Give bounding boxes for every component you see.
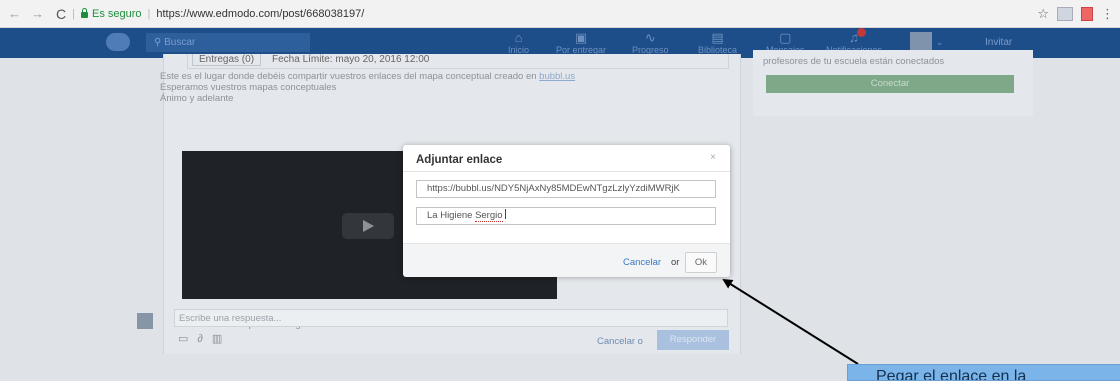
search-icon: ⚲ (154, 37, 165, 48)
search-placeholder: Buscar (164, 37, 196, 48)
play-icon[interactable] (342, 213, 394, 239)
cancel-link[interactable]: Cancelar (623, 257, 661, 268)
or-text: or (671, 257, 680, 268)
file-icon[interactable]: ▭ (178, 333, 197, 345)
assignment-info: Entregas (0) Fecha Límite: mayo 20, 2016… (187, 54, 729, 69)
instruction-callout: Pegar el enlace en la (847, 364, 1120, 381)
reply-input[interactable]: Escribe una respuesta... (174, 309, 728, 327)
close-icon[interactable]: × (710, 152, 716, 163)
library-icon: ▤ (711, 30, 724, 45)
menu-dots-icon[interactable]: ⋮ (1101, 6, 1114, 22)
pulse-icon: ∿ (644, 30, 656, 45)
extension-icon[interactable] (1057, 6, 1073, 21)
due-date: Fecha Límite: mayo 20, 2016 12:00 (272, 54, 430, 65)
chat-icon: ▢ (779, 30, 792, 45)
reply-cancel-link[interactable]: Cancelar o (597, 336, 643, 347)
bell-icon: ♫ (849, 30, 859, 45)
back-arrow-icon[interactable]: ← (8, 6, 21, 21)
attachment-icons: ▭∂▥ (178, 332, 231, 345)
secure-label: Es seguro (91, 7, 142, 20)
link-icon[interactable]: ∂ (197, 333, 211, 345)
text-caret (504, 209, 506, 219)
edmodo-logo-icon[interactable] (106, 33, 130, 51)
post-line: Este es el lugar donde debéis compartir … (160, 71, 724, 82)
bubbl-link[interactable]: bubbl.us (539, 71, 575, 82)
divider (403, 171, 730, 172)
title-field-word: Sergio (475, 210, 503, 222)
title-field-text: La Higiene (427, 210, 476, 221)
post-body: Este es el lugar donde debéis compartir … (160, 71, 724, 104)
home-icon: ⌂ (514, 30, 523, 45)
dialog-title: Adjuntar enlace (416, 154, 503, 166)
notification-badge (857, 28, 866, 37)
browser-toolbar: ← → C | Es seguro | https://www.edmodo.c… (0, 0, 1120, 28)
forward-arrow-icon[interactable]: → (31, 6, 44, 21)
post-line: Ánimo y adelante (160, 93, 234, 104)
nav-item-por-entregar[interactable]: ▣ Por entregar (556, 30, 606, 56)
calendar-icon: ▣ (574, 30, 588, 45)
connect-button[interactable]: Conectar (766, 75, 1014, 93)
callout-text: Pegar el enlace en la (876, 368, 1027, 381)
separator: | (147, 7, 151, 20)
sidebar-text: profesores de tu escuela están conectado… (763, 56, 945, 67)
post-line: Esperamos vuestros mapas conceptuales (160, 82, 337, 93)
nav-item-biblioteca[interactable]: ▤ Biblioteca (698, 30, 737, 56)
search-input[interactable]: ⚲ Buscar (146, 33, 310, 52)
invite-button[interactable]: Invitar (985, 37, 1012, 48)
address-bar-url[interactable]: https://www.edmodo.com/post/668038197/ (156, 8, 364, 20)
nav-item-progreso[interactable]: ∿ Progreso (632, 30, 669, 56)
separator: | (72, 7, 75, 20)
avatar (137, 313, 153, 329)
sidebar-card: profesores de tu escuela están conectado… (753, 50, 1033, 116)
post-line-text: Este es el lugar donde debéis compartir … (160, 71, 540, 82)
nav-item-inicio[interactable]: ⌂ Inicio (508, 30, 529, 56)
library-icon[interactable]: ▥ (212, 333, 231, 345)
dialog-footer: Cancelar or Ok (403, 243, 730, 277)
attach-link-dialog: Adjuntar enlace × https://bubbl.us/NDY5N… (403, 145, 730, 277)
chevron-down-icon[interactable]: ⌄ (936, 37, 944, 48)
toolbar-right: ☆ ⋮ (1037, 0, 1114, 27)
reply-submit-button[interactable]: Responder (657, 330, 729, 350)
extension-icon[interactable] (1081, 6, 1093, 21)
lock-icon (80, 8, 88, 18)
url-field[interactable]: https://bubbl.us/NDY5NjAxNy85MDEwNTgzLzl… (416, 180, 716, 198)
bookmark-star-icon[interactable]: ☆ (1037, 6, 1049, 22)
entregas-chip[interactable]: Entregas (0) (192, 54, 262, 66)
link-title-field[interactable]: La Higiene Sergio (416, 207, 716, 225)
reload-icon[interactable]: C (56, 6, 66, 22)
ok-button[interactable]: Ok (685, 252, 717, 273)
